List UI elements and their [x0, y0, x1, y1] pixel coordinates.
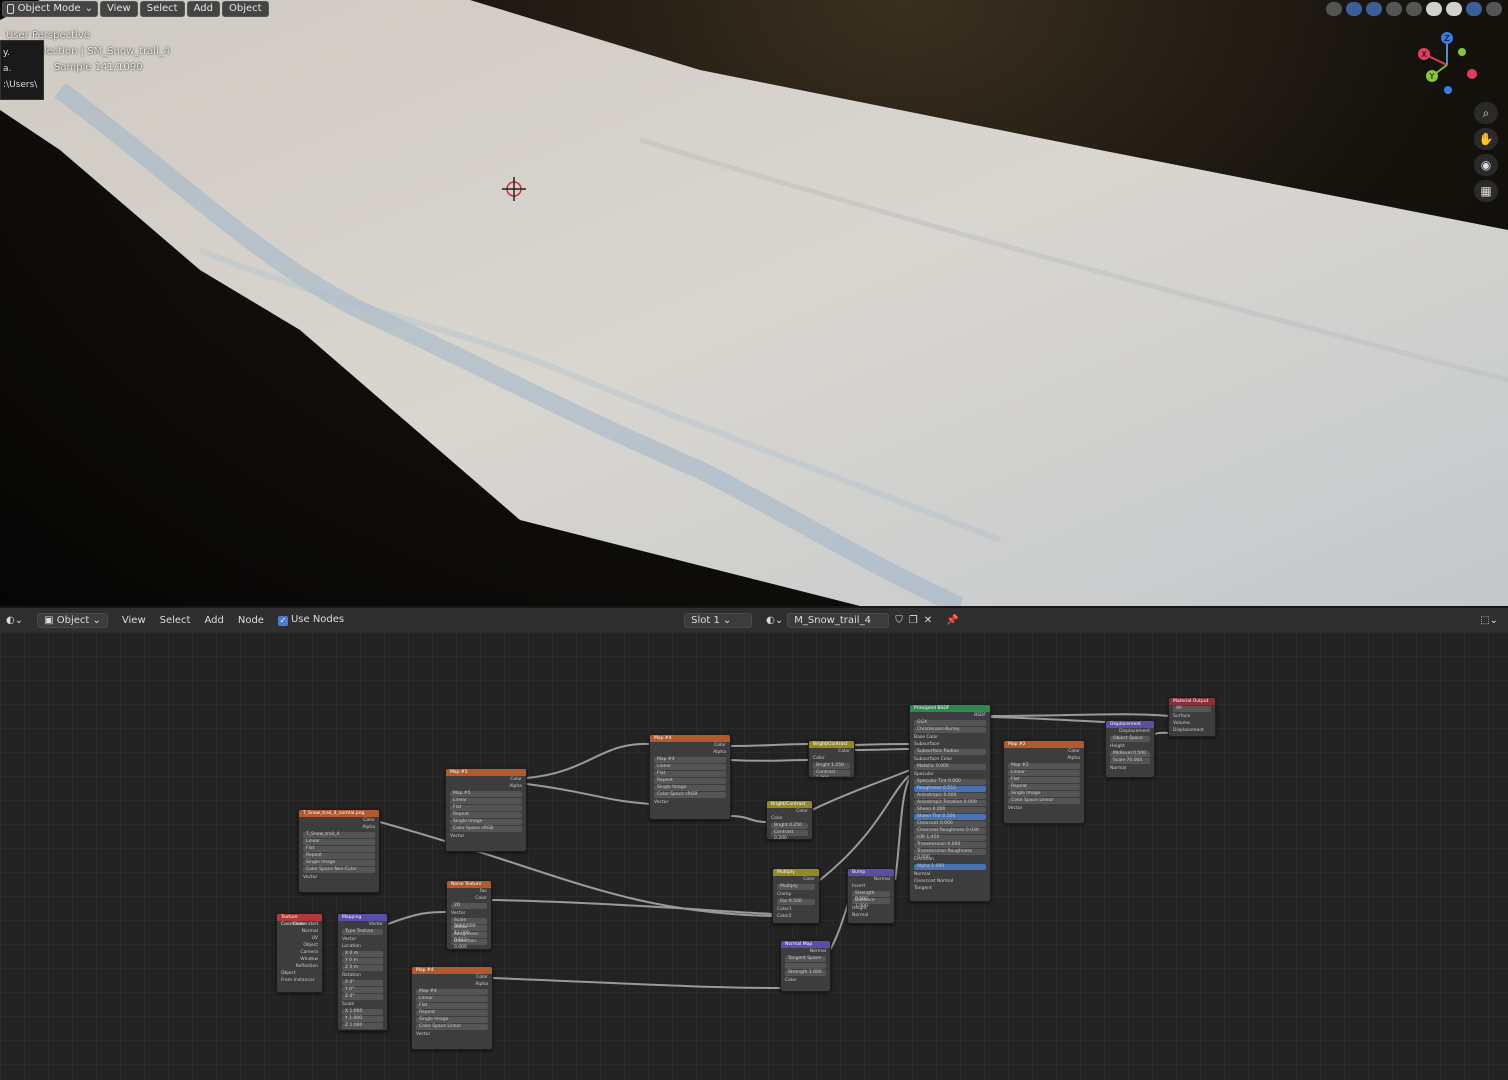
tooltip-panel: y. a. :\Users\	[0, 40, 44, 100]
mix-rgb-node[interactable]: Multiply Color Multiply Clamp Fac 0.500 …	[772, 868, 820, 924]
svg-text:Y: Y	[1429, 72, 1435, 81]
principled-bsdf-node[interactable]: Principled BSDF BSDF GGX Christensen-Bur…	[909, 704, 991, 902]
texture-coordinate-node[interactable]: Texture Coordinate Generated Normal UV O…	[276, 913, 323, 993]
image-texture-node[interactable]: Map #4 Color Alpha Map #4 Linear Flat Re…	[411, 966, 493, 1050]
normal-map-node[interactable]: Normal Map Normal Tangent Space Strength…	[780, 940, 831, 992]
menu-select-node[interactable]: Select	[160, 615, 191, 626]
material-name-field[interactable]: M_Snow_trail_4	[787, 612, 890, 628]
object-mode-icon	[7, 4, 14, 14]
bright-contrast-node[interactable]: Bright/Contrast Color Color Bright 0.250…	[766, 800, 813, 840]
snow-mesh	[0, 0, 1508, 606]
3d-viewport[interactable]: Object Mode ⌄ View Select Add Object User…	[0, 0, 1508, 606]
menu-select[interactable]: Select	[139, 1, 185, 17]
material-output-node[interactable]: Material Output All Surface Volume Displ…	[1168, 697, 1216, 737]
node-editor-header: ◐⌄ ▣ Object ⌄ View Select Add Node ✓ Use …	[0, 606, 1508, 632]
xray-icon[interactable]	[1386, 2, 1402, 16]
mode-dropdown[interactable]: Object Mode ⌄	[2, 1, 98, 17]
svg-text:X: X	[1421, 50, 1427, 59]
displacement-node[interactable]: Displacement Displacement Object Space H…	[1105, 720, 1155, 778]
object-icon: ▣	[44, 614, 57, 626]
node-links	[379, 713, 1171, 989]
menu-add[interactable]: Add	[186, 1, 220, 17]
wireframe-shading-icon[interactable]	[1406, 2, 1422, 16]
mapping-node[interactable]: Mapping Vector Type Texture Vector Locat…	[337, 913, 388, 1031]
material-browse-icon[interactable]: ◐⌄	[766, 615, 783, 626]
menu-view[interactable]: View	[100, 1, 138, 17]
image-texture-node[interactable]: Map #2 Color Alpha Map #2 Linear Flat Re…	[1003, 740, 1085, 824]
context-dropdown[interactable]: ▣ Object ⌄	[37, 612, 108, 628]
gizmo-toggle-icon[interactable]	[1346, 2, 1362, 16]
image-texture-node[interactable]: Map #5 Color Alpha Map #5 Linear Flat Re…	[445, 768, 527, 852]
normal-texture-node[interactable]: T_Snow_trail_4_normal.png Color Alpha T_…	[298, 809, 380, 893]
pin-icon[interactable]: 📌	[946, 615, 958, 626]
chevron-down-icon: ⌄	[84, 3, 93, 14]
material-shading-icon[interactable]	[1446, 2, 1462, 16]
zoom-icon[interactable]: ⌕	[1474, 102, 1498, 124]
menu-node[interactable]: Node	[238, 615, 264, 626]
menu-add-node[interactable]: Add	[204, 615, 223, 626]
overlay-toggle-icon[interactable]	[1366, 2, 1382, 16]
rendered-shading-icon[interactable]	[1466, 2, 1482, 16]
visibility-icon[interactable]	[1326, 2, 1342, 16]
duplicate-icon[interactable]: ❐	[909, 615, 918, 626]
menu-view-node[interactable]: View	[122, 615, 146, 626]
editor-type-icon[interactable]: ◐⌄	[6, 615, 23, 626]
svg-text:Z: Z	[1444, 34, 1450, 43]
use-nodes-checkbox[interactable]: ✓ Use Nodes	[277, 614, 344, 626]
ortho-grid-icon[interactable]: ▦	[1474, 180, 1498, 202]
pan-hand-icon[interactable]: ✋	[1474, 128, 1498, 150]
checkbox-icon: ✓	[277, 616, 288, 626]
noise-texture-node[interactable]: Noise Texture Fac Color 2D Vector Scale …	[446, 880, 492, 950]
bump-node[interactable]: Bump Normal Invert Strength 0.500 Distan…	[847, 868, 895, 924]
snap-icon[interactable]: ⬚⌄	[1480, 615, 1498, 626]
solid-shading-icon[interactable]	[1426, 2, 1442, 16]
node-editor-canvas[interactable]: Map #5 Color Alpha Map #5 Linear Flat Re…	[0, 632, 1508, 1080]
navigation-gizmo[interactable]: Z X Y	[1412, 30, 1482, 100]
image-texture-node[interactable]: Map #4 Color Alpha Map #4 Linear Flat Re…	[649, 734, 731, 820]
bright-contrast-node[interactable]: Bright/Contrast Color Color Bright 1.250…	[808, 740, 855, 778]
camera-icon[interactable]: ◉	[1474, 154, 1498, 176]
pause-icon[interactable]	[1486, 2, 1502, 16]
viewport-header: Object Mode ⌄ View Select Add Object	[0, 0, 271, 18]
viewport-right-tools	[1320, 0, 1508, 18]
slot-dropdown[interactable]: Slot 1 ⌄	[684, 612, 753, 628]
close-icon[interactable]: ✕	[924, 615, 932, 626]
menu-object[interactable]: Object	[221, 1, 269, 17]
fake-user-shield-icon[interactable]: ⛉	[895, 615, 903, 626]
